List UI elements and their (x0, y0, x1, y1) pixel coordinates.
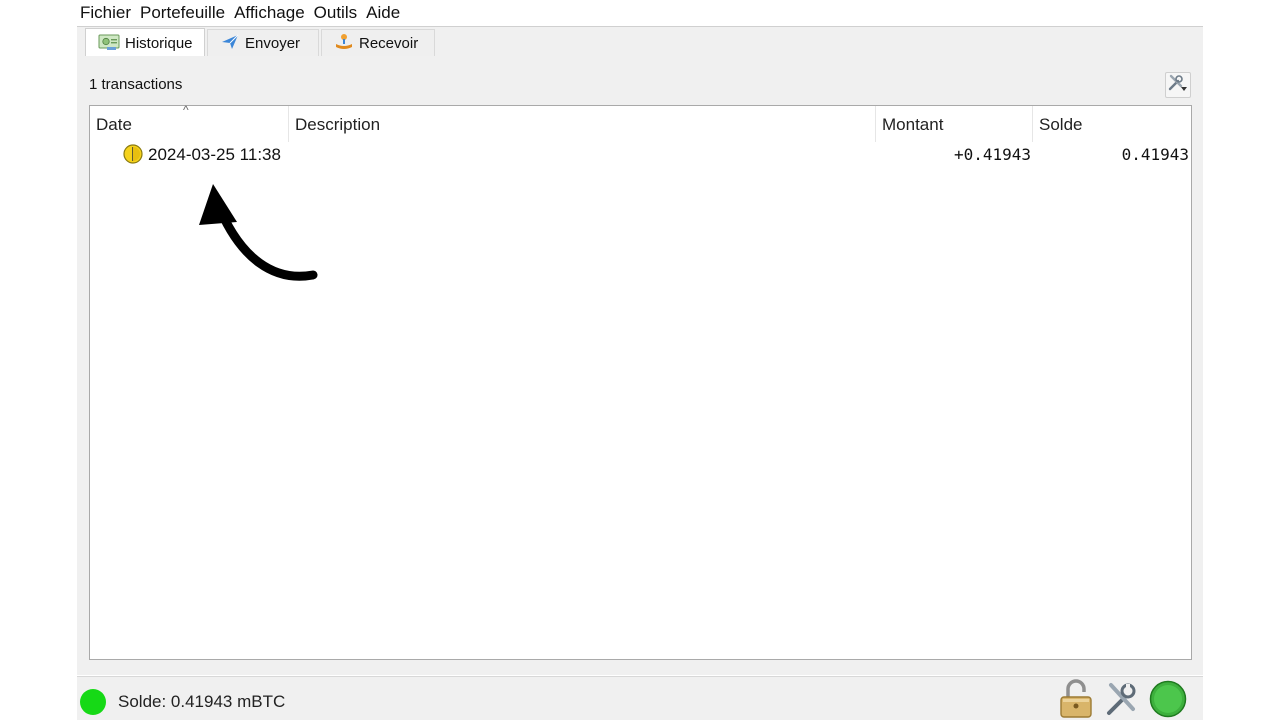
receive-icon (334, 33, 354, 55)
menu-outils[interactable]: Outils (311, 0, 360, 26)
history-icon (98, 33, 120, 55)
network-status-button[interactable] (1149, 680, 1187, 720)
row-solde: 0.41943 (1121, 145, 1189, 164)
column-header-description[interactable]: Description (289, 106, 876, 142)
status-bar: Solde: 0.41943 mBTC (77, 676, 1203, 720)
row-date: 2024-03-25 11:38 (148, 145, 281, 164)
menu-affichage[interactable]: Affichage (231, 0, 308, 26)
table-row[interactable]: 2024-03-25 11:38 +0.41943 0.41943 (90, 143, 1191, 167)
menu-aide[interactable]: Aide (363, 0, 403, 26)
sync-status-dot (80, 689, 106, 715)
tab-label: Envoyer (245, 35, 301, 52)
annotation-arrow (199, 184, 318, 281)
tab-historique[interactable]: Historique (85, 28, 205, 58)
transaction-count: 1 transactions (89, 76, 183, 93)
column-header-montant[interactable]: Montant (876, 106, 1033, 142)
table-header: ^ Date Description Montant Solde (90, 103, 1191, 142)
tab-label: Historique (125, 35, 193, 52)
tab-recevoir[interactable]: Recevoir (321, 29, 435, 57)
network-status-icon (1149, 680, 1187, 720)
balance-label: Solde: 0.41943 mBTC (118, 692, 286, 711)
preferences-button[interactable] (1103, 681, 1141, 720)
menu-portefeuille[interactable]: Portefeuille (137, 0, 228, 26)
tab-bar: Historique Envoyer Recevoir (77, 26, 1203, 58)
send-icon (220, 33, 240, 55)
lock-icon (1059, 678, 1093, 720)
history-panel: 1 transactions ^ Date Description Montan… (77, 56, 1203, 675)
tab-label: Recevoir (359, 35, 419, 52)
unconfirmed-clock-icon (123, 144, 143, 169)
tab-envoyer[interactable]: Envoyer (207, 29, 319, 57)
lock-button[interactable] (1057, 678, 1095, 720)
tools-icon (1167, 73, 1189, 98)
electrum-window: Fichier Portefeuille Affichage Outils Ai… (77, 0, 1203, 720)
menu-bar: Fichier Portefeuille Affichage Outils Ai… (77, 0, 406, 26)
history-tools-button[interactable] (1165, 72, 1191, 98)
column-header-date[interactable]: Date (90, 106, 289, 142)
column-header-solde[interactable]: Solde (1033, 106, 1191, 142)
preferences-icon (1105, 681, 1139, 720)
row-montant: +0.41943 (953, 145, 1031, 164)
menu-fichier[interactable]: Fichier (77, 0, 134, 26)
